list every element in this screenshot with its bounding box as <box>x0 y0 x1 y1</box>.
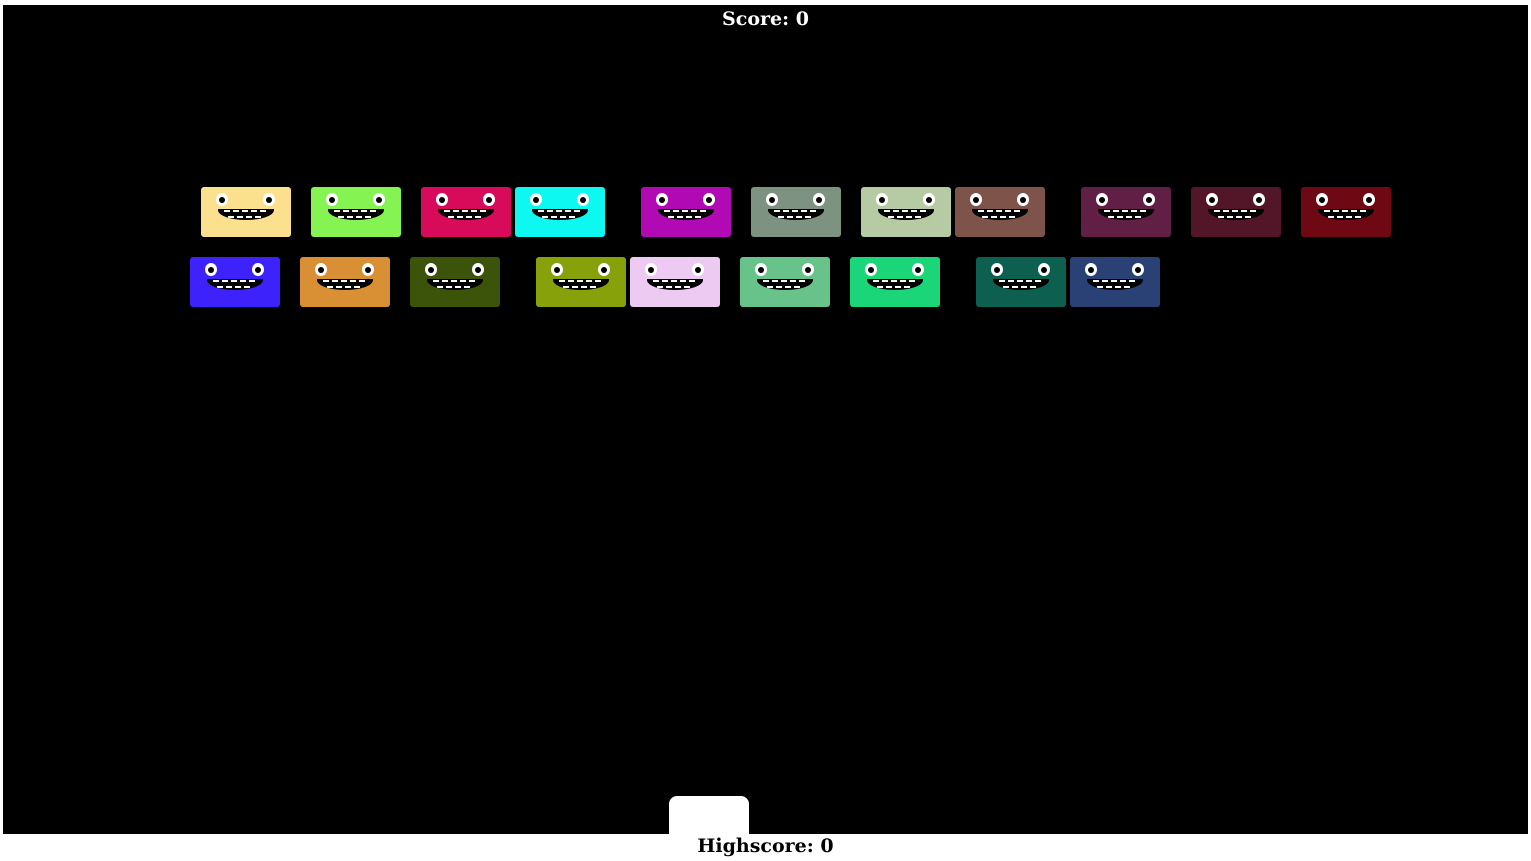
monster-eye-icon <box>912 263 924 276</box>
monster-brick <box>1070 257 1160 307</box>
monster-brick <box>1081 187 1171 237</box>
monster-mouth-icon <box>328 209 384 220</box>
monster-brick <box>1301 187 1391 237</box>
monster-eye-icon <box>1038 263 1050 276</box>
monster-eye-icon <box>1363 193 1375 206</box>
monster-mouth-icon <box>317 279 373 290</box>
monster-eye-icon <box>703 193 715 206</box>
monster-mouth-icon <box>207 279 263 290</box>
monster-eye-icon <box>598 263 610 276</box>
monster-eye-icon <box>692 263 704 276</box>
monster-brick <box>300 257 390 307</box>
monster-eye-icon <box>865 263 877 276</box>
monster-eye-icon <box>326 193 338 206</box>
monster-mouth-icon <box>647 279 703 290</box>
monster-eye-icon <box>1096 193 1108 206</box>
monster-eye-icon <box>755 263 767 276</box>
monster-eye-icon <box>483 193 495 206</box>
monster-eye-icon <box>991 263 1003 276</box>
monster-eye-icon <box>1316 193 1328 206</box>
monster-brick <box>630 257 720 307</box>
monster-eye-icon <box>970 193 982 206</box>
monster-eye-icon <box>1253 193 1265 206</box>
monster-mouth-icon <box>757 279 813 290</box>
monster-mouth-icon <box>658 209 714 220</box>
monster-brick <box>421 187 511 237</box>
monster-eye-icon <box>656 193 668 206</box>
monster-brick <box>751 187 841 237</box>
monster-mouth-icon <box>218 209 274 220</box>
monster-eye-icon <box>436 193 448 206</box>
monster-mouth-icon <box>768 209 824 220</box>
monster-eye-icon <box>425 263 437 276</box>
monster-brick <box>861 187 951 237</box>
monster-eye-icon <box>813 193 825 206</box>
monster-eye-icon <box>252 263 264 276</box>
monster-mouth-icon <box>532 209 588 220</box>
monster-eye-icon <box>802 263 814 276</box>
monster-mouth-icon <box>427 279 483 290</box>
monster-brick <box>740 257 830 307</box>
monster-brick <box>955 187 1045 237</box>
monster-eye-icon <box>362 263 374 276</box>
monster-eye-icon <box>645 263 657 276</box>
monster-mouth-icon <box>972 209 1028 220</box>
monster-brick <box>190 257 280 307</box>
monster-eye-icon <box>1132 263 1144 276</box>
monster-mouth-icon <box>438 209 494 220</box>
monster-eye-icon <box>472 263 484 276</box>
monster-eye-icon <box>1143 193 1155 206</box>
monster-brick <box>641 187 731 237</box>
monster-eye-icon <box>530 193 542 206</box>
monster-eye-icon <box>1206 193 1218 206</box>
monster-eye-icon <box>315 263 327 276</box>
paddle[interactable] <box>669 796 749 834</box>
monster-eye-icon <box>263 193 275 206</box>
monster-brick <box>311 187 401 237</box>
monster-eye-icon <box>766 193 778 206</box>
monster-mouth-icon <box>1098 209 1154 220</box>
monster-brick <box>850 257 940 307</box>
monster-mouth-icon <box>553 279 609 290</box>
monster-eye-icon <box>577 193 589 206</box>
monster-brick <box>201 187 291 237</box>
monster-mouth-icon <box>1087 279 1143 290</box>
highscore-display: Highscore: 0 <box>697 835 834 857</box>
monster-brick <box>515 187 605 237</box>
monster-mouth-icon <box>878 209 934 220</box>
monster-eye-icon <box>923 193 935 206</box>
game-canvas[interactable]: Score: 0 <box>3 5 1528 834</box>
monster-brick <box>410 257 500 307</box>
monster-mouth-icon <box>867 279 923 290</box>
monster-eye-icon <box>216 193 228 206</box>
monster-eye-icon <box>1017 193 1029 206</box>
monster-eye-icon <box>551 263 563 276</box>
monster-brick <box>1191 187 1281 237</box>
monster-mouth-icon <box>993 279 1049 290</box>
monster-eye-icon <box>205 263 217 276</box>
monster-eye-icon <box>373 193 385 206</box>
monster-brick <box>976 257 1066 307</box>
monster-mouth-icon <box>1208 209 1264 220</box>
monster-brick <box>536 257 626 307</box>
monster-eye-icon <box>876 193 888 206</box>
monster-eye-icon <box>1085 263 1097 276</box>
monster-mouth-icon <box>1318 209 1374 220</box>
score-display: Score: 0 <box>722 8 809 30</box>
